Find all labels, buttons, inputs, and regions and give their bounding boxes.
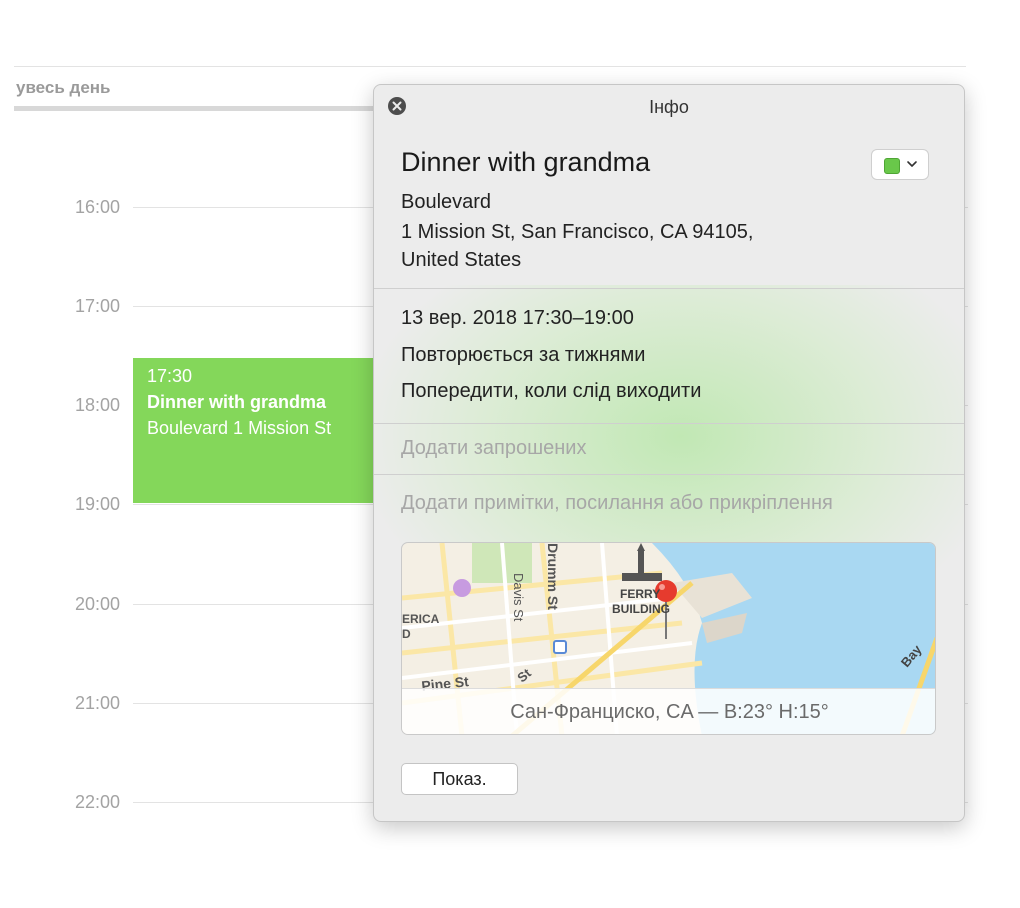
hour-label: 18:00	[74, 395, 120, 415]
show-button[interactable]: Показ.	[401, 763, 518, 795]
svg-text:FERRY: FERRY	[620, 587, 660, 601]
weather-forecast: Сан-Франциско, CA — В:23° Н:15°	[402, 688, 935, 734]
hour-label: 21:00	[74, 693, 120, 713]
color-swatch	[884, 158, 900, 174]
location-name[interactable]: Boulevard	[401, 191, 491, 214]
calendar-event[interactable]: 17:30 Dinner with grandma Boulevard 1 Mi…	[133, 358, 383, 503]
hour-label: 17:00	[74, 296, 120, 316]
header-divider	[14, 66, 966, 67]
event-title-field[interactable]: Dinner with grandma	[401, 147, 650, 178]
event-info-popover: Інфо Dinner with grandma Boulevard 1 Mis…	[373, 84, 965, 822]
hour-label: 20:00	[74, 594, 120, 614]
location-country[interactable]: United States	[401, 249, 521, 272]
event-datetime[interactable]: 13 вер. 2018 17:30–19:00	[401, 307, 634, 330]
event-location: Boulevard 1 Mission St	[147, 418, 332, 438]
svg-text:D: D	[402, 627, 411, 641]
hour-label: 16:00	[74, 197, 120, 217]
svg-text:BUILDING: BUILDING	[612, 602, 670, 616]
location-map[interactable]: Drumm St Davis St FERRY BUILDING ERICA D…	[401, 542, 936, 735]
divider	[374, 423, 964, 424]
divider	[374, 288, 964, 289]
all-day-label: увесь день	[16, 78, 111, 97]
event-time: 17:30	[147, 366, 193, 386]
hour-label: 22:00	[74, 792, 120, 812]
hour-label: 19:00	[74, 494, 120, 514]
ferry-building-icon	[622, 543, 662, 581]
divider	[374, 474, 964, 475]
add-invitees-field[interactable]: Додати запрошених	[401, 437, 586, 460]
svg-text:Drumm St: Drumm St	[545, 543, 561, 610]
add-notes-field[interactable]: Додати примітки, посилання або прикріпле…	[401, 492, 833, 515]
svg-text:Davis St: Davis St	[511, 573, 526, 622]
chevron-down-icon	[907, 161, 917, 167]
popover-titlebar: Інфо	[374, 85, 964, 125]
event-title: Dinner with grandma	[147, 392, 327, 412]
repeat-setting[interactable]: Повторюється за тижнями	[401, 344, 645, 367]
svg-text:ERICA: ERICA	[402, 612, 440, 626]
window-title: Інфо	[649, 97, 689, 117]
travel-alert-setting[interactable]: Попередити, коли слід виходити	[401, 380, 701, 403]
location-address[interactable]: 1 Mission St, San Francisco, CA 94105,	[401, 221, 753, 244]
all-day-bar	[14, 106, 394, 111]
calendar-color-picker[interactable]	[871, 149, 929, 180]
svg-text:St: St	[514, 665, 534, 685]
